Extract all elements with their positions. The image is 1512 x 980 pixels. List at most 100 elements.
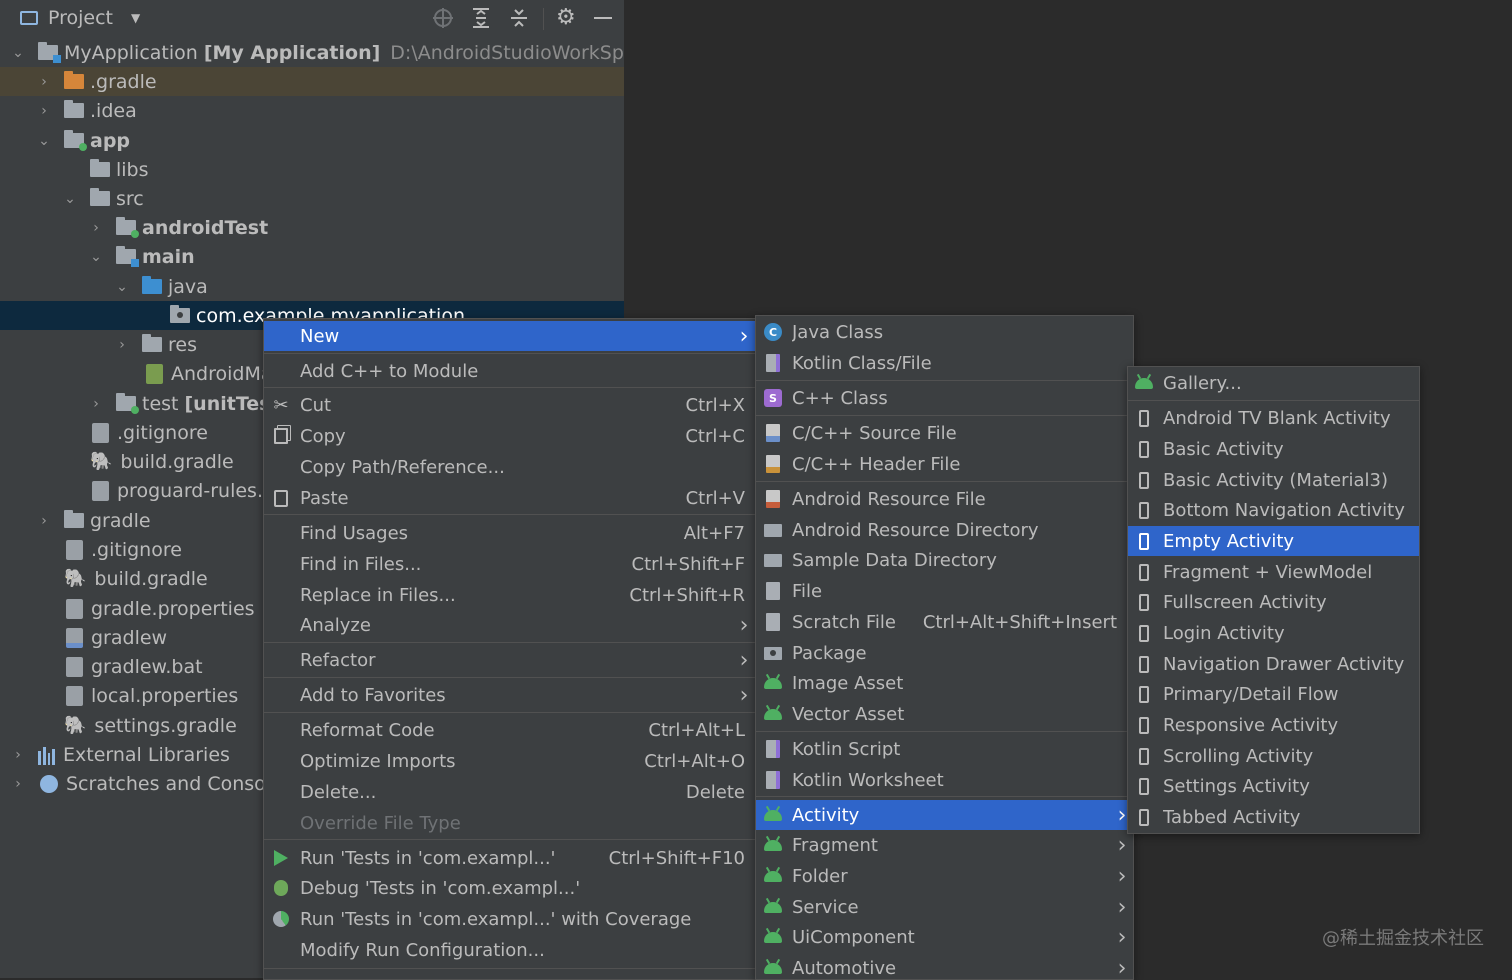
new-item-kotlin-class-file[interactable]: Kotlin Class/File (756, 348, 1133, 378)
tree-item-libs[interactable]: libs (0, 155, 624, 184)
chevron-down-icon[interactable]: ⌄ (34, 133, 54, 149)
menu-item-new[interactable]: New› (264, 321, 755, 351)
activity-item-basic-activity[interactable]: Basic Activity (1128, 434, 1419, 464)
menu-item-run-tests-in-com-exampl-with-coverage[interactable]: Run 'Tests in 'com.exampl...' with Cover… (264, 904, 755, 934)
activity-item-bottom-navigation-activity[interactable]: Bottom Navigation Activity (1128, 495, 1419, 525)
new-item-c-c-header-file[interactable]: C/C++ Header File (756, 449, 1133, 479)
menu-item-override-file-type[interactable]: Override File Type (264, 808, 755, 838)
tree-item-label: .gitignore (117, 422, 208, 444)
menu-item-cut[interactable]: ✂CutCtrl+X (264, 390, 755, 420)
new-item-automotive[interactable]: Automotive› (756, 953, 1133, 980)
activity-item-fragment-viewmodel[interactable]: Fragment + ViewModel (1128, 557, 1419, 587)
tree-item-label: External Libraries (63, 744, 230, 766)
activity-item-primary-detail-flow[interactable]: Primary/Detail Flow (1128, 679, 1419, 709)
chevron-right-icon[interactable]: › (86, 396, 106, 412)
activity-item-tabbed-activity[interactable]: Tabbed Activity (1128, 802, 1419, 832)
chevron-right-icon[interactable]: › (112, 337, 132, 353)
new-item-activity[interactable]: Activity› (756, 800, 1133, 830)
new-item-c-class[interactable]: SC++ Class (756, 383, 1133, 413)
chevron-down-icon[interactable]: ⌄ (112, 279, 132, 295)
activity-item-basic-activity-material3[interactable]: Basic Activity (Material3) (1128, 465, 1419, 495)
menu-item-copy[interactable]: CopyCtrl+C (264, 421, 755, 451)
android-icon (763, 835, 783, 855)
tree-item-app[interactable]: ⌄ app (0, 126, 624, 155)
tree-item-idea[interactable]: › .idea (0, 96, 624, 125)
menu-item-label: Empty Activity (1163, 531, 1419, 552)
activity-item-responsive-activity[interactable]: Responsive Activity (1128, 710, 1419, 740)
tree-item-java[interactable]: ⌄ java (0, 272, 624, 301)
gear-icon[interactable]: ⚙ (556, 6, 576, 30)
activity-item-scrolling-activity[interactable]: Scrolling Activity (1128, 741, 1419, 771)
menu-item-debug-tests-in-com-exampl[interactable]: Debug 'Tests in 'com.exampl...' (264, 873, 755, 903)
chevron-down-icon[interactable]: ⌄ (8, 45, 28, 61)
tree-root[interactable]: ⌄ MyApplication [My Application] D:\Andr… (0, 38, 624, 67)
new-item-uicomponent[interactable]: UiComponent› (756, 922, 1133, 952)
chevron-right-icon[interactable]: › (34, 103, 54, 119)
folder-icon (116, 396, 136, 411)
new-item-sample-data-directory[interactable]: Sample Data Directory (756, 545, 1133, 575)
new-item-kotlin-script[interactable]: Kotlin Script (756, 734, 1133, 764)
new-item-scratch-file[interactable]: Scratch FileCtrl+Alt+Shift+Insert (756, 607, 1133, 637)
chevron-down-icon[interactable]: ⌄ (60, 191, 80, 207)
chevron-right-icon[interactable]: › (34, 513, 54, 529)
new-item-kotlin-worksheet[interactable]: Kotlin Worksheet (756, 765, 1133, 795)
phone-icon (1134, 562, 1154, 582)
menu-item-add-c-to-module[interactable]: Add C++ to Module (264, 356, 755, 386)
tree-item-main[interactable]: ⌄ main (0, 242, 624, 271)
activity-item-fullscreen-activity[interactable]: Fullscreen Activity (1128, 587, 1419, 617)
menu-item-reformat-code[interactable]: Reformat CodeCtrl+Alt+L (264, 715, 755, 745)
menu-item-label: UiComponent (792, 927, 1113, 948)
menu-item-optimize-imports[interactable]: Optimize ImportsCtrl+Alt+O (264, 746, 755, 776)
menu-item-run-tests-in-com-exampl[interactable]: Run 'Tests in 'com.exampl...'Ctrl+Shift+… (264, 843, 755, 873)
new-item-folder[interactable]: Folder› (756, 861, 1133, 891)
cpp-source-icon (763, 423, 783, 443)
new-item-service[interactable]: Service› (756, 892, 1133, 922)
project-view-selector[interactable]: Project ▼ (20, 6, 140, 30)
new-item-android-resource-directory[interactable]: Android Resource Directory (756, 515, 1133, 545)
menu-item-shortcut: Ctrl+Shift+F10 (609, 848, 745, 869)
new-item-c-c-source-file[interactable]: C/C++ Source File (756, 418, 1133, 448)
new-item-fragment[interactable]: Fragment› (756, 830, 1133, 860)
menu-item-shortcut: Ctrl+V (686, 488, 745, 509)
activity-item-settings-activity[interactable]: Settings Activity (1128, 771, 1419, 801)
expand-all-icon[interactable] (470, 6, 492, 30)
chevron-right-icon[interactable]: › (34, 74, 54, 90)
menu-item-add-to-favorites[interactable]: Add to Favorites› (264, 680, 755, 710)
resource-file-icon (763, 489, 783, 509)
new-item-file[interactable]: File (756, 576, 1133, 606)
tree-item-androidtest[interactable]: › androidTest (0, 213, 624, 242)
activity-item-login-activity[interactable]: Login Activity (1128, 618, 1419, 648)
tree-item-gradle-hidden[interactable]: › .gradle (0, 67, 624, 96)
menu-item-label: Package (792, 643, 1133, 664)
chevron-right-icon[interactable]: › (8, 747, 28, 763)
menu-item-label: Android Resource Directory (792, 520, 1133, 541)
menu-item-modify-run-configuration[interactable]: Modify Run Configuration... (264, 935, 755, 965)
icon-placeholder (271, 554, 291, 574)
activity-item-empty-activity[interactable]: Empty Activity (1128, 526, 1419, 556)
activity-item-android-tv-blank-activity[interactable]: Android TV Blank Activity (1128, 403, 1419, 433)
new-item-package[interactable]: Package (756, 638, 1133, 668)
locate-icon[interactable] (432, 6, 454, 30)
menu-item-analyze[interactable]: Analyze› (264, 610, 755, 640)
chevron-down-icon[interactable]: ⌄ (86, 249, 106, 265)
menu-item-delete[interactable]: Delete...Delete (264, 777, 755, 807)
minimize-icon[interactable] (594, 6, 612, 30)
tree-item-label: settings.gradle (94, 715, 236, 737)
menu-item-replace-in-files[interactable]: Replace in Files...Ctrl+Shift+R (264, 580, 755, 610)
activity-item-gallery[interactable]: Gallery... (1128, 368, 1419, 398)
menu-item-refactor[interactable]: Refactor› (264, 645, 755, 675)
chevron-right-icon[interactable]: › (8, 776, 28, 792)
new-item-java-class[interactable]: CJava Class (756, 317, 1133, 347)
menu-item-find-in-files[interactable]: Find in Files...Ctrl+Shift+F (264, 549, 755, 579)
new-item-vector-asset[interactable]: Vector Asset (756, 699, 1133, 729)
collapse-all-icon[interactable] (508, 6, 530, 30)
menu-item-label: Fragment (792, 835, 1113, 856)
menu-item-paste[interactable]: PasteCtrl+V (264, 483, 755, 513)
activity-item-navigation-drawer-activity[interactable]: Navigation Drawer Activity (1128, 649, 1419, 679)
new-item-image-asset[interactable]: Image Asset (756, 668, 1133, 698)
tree-item-src[interactable]: ⌄ src (0, 184, 624, 213)
chevron-right-icon[interactable]: › (86, 220, 106, 236)
new-item-android-resource-file[interactable]: Android Resource File (756, 484, 1133, 514)
menu-item-find-usages[interactable]: Find UsagesAlt+F7 (264, 518, 755, 548)
menu-item-copy-path-reference[interactable]: Copy Path/Reference... (264, 452, 755, 482)
